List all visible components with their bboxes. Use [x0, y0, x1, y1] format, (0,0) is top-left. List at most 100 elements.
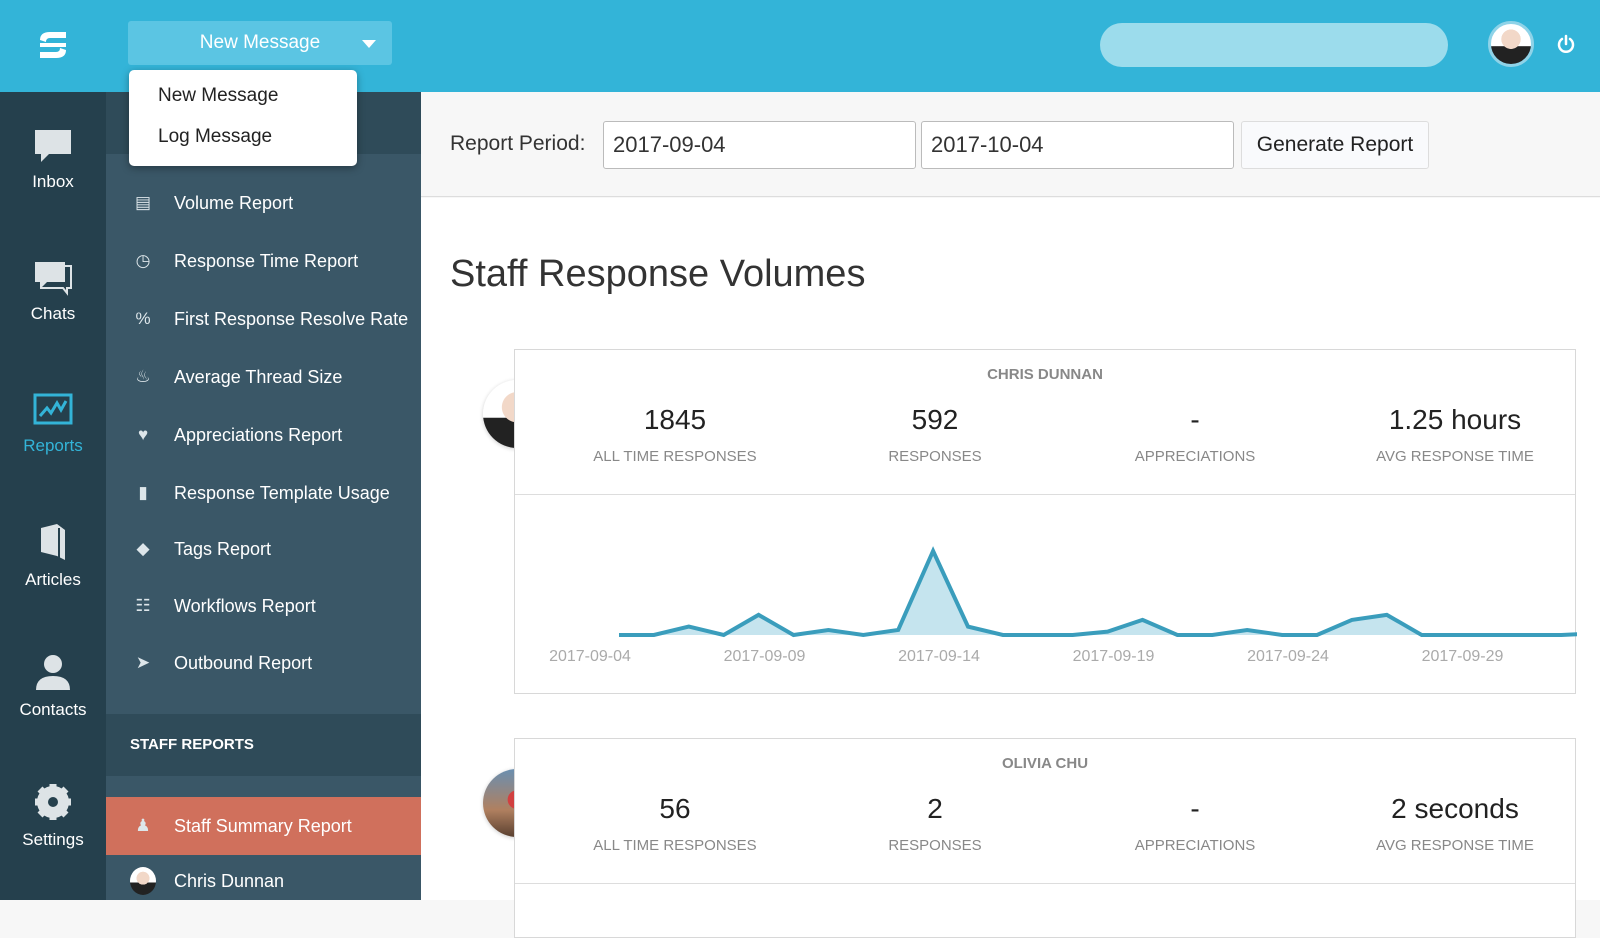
rail-item-articles[interactable]: Articles	[0, 522, 106, 622]
percent-icon: %	[135, 309, 151, 328]
settings-icon	[35, 784, 71, 820]
subnav-item-response-time[interactable]: ◷ Response Time Report	[106, 238, 421, 284]
x-tick-label: 2017-09-04	[549, 648, 631, 665]
stat-appreciations: - APPRECIATIONS	[1065, 793, 1325, 854]
rail-label: Reports	[23, 436, 83, 455]
label: Chris Dunnan	[174, 870, 285, 891]
avatar	[130, 867, 156, 895]
stat-value: -	[1190, 404, 1200, 435]
generate-report-button[interactable]: Generate Report	[1241, 121, 1429, 169]
label: First Response Resolve Rate	[174, 308, 409, 329]
stat-all-time: 1845 ALL TIME RESPONSES	[545, 404, 805, 465]
subnav-item-first-response[interactable]: % First Response Resolve Rate	[106, 296, 421, 342]
heart-icon: ♥	[137, 425, 149, 444]
staff-name: OLIVIA CHU	[1001, 755, 1089, 772]
paper-plane-icon: ➤	[135, 653, 151, 672]
stat-value: 2 seconds	[1391, 793, 1519, 824]
x-tick-label: 2017-09-19	[1073, 648, 1155, 665]
stat-value: 1845	[643, 404, 707, 435]
stat-label: APPRECIATIONS	[1134, 448, 1256, 465]
stat-label: AVG RESPONSE TIME	[1376, 837, 1534, 854]
sitemap-icon: ☷	[135, 596, 151, 615]
response-volume-chart: 2017-09-04 2017-09-09 2017-09-14 2017-09-19…	[549, 546, 1577, 665]
subnav-item-thread-size[interactable]: ♨ Average Thread Size	[106, 354, 421, 400]
start-date-input[interactable]	[603, 121, 916, 169]
menu-item-new-message[interactable]: New Message	[158, 85, 278, 107]
staff-reports-heading: STAFF REPORTS	[106, 714, 421, 776]
tag-icon: ◆	[136, 539, 150, 558]
user-avatar[interactable]	[1488, 21, 1534, 67]
label: Workflows Report	[174, 595, 316, 616]
subnav-item-staff-summary[interactable]: ♟ Staff Summary Report	[106, 797, 421, 855]
stat-appreciations: - APPRECIATIONS	[1065, 404, 1325, 465]
new-message-dropdown: New Message Log Message	[129, 70, 357, 166]
subnav-item-template-usage[interactable]: ▮ Response Template Usage	[106, 470, 421, 516]
x-tick-label: 2017-09-09	[724, 648, 806, 665]
stat-value: 2	[927, 793, 943, 824]
label: Staff Summary Report	[174, 815, 352, 836]
chart-icon: ▤	[134, 193, 152, 212]
x-tick-label: 2017-09-24	[1247, 648, 1329, 665]
stat-value: -	[1190, 793, 1200, 824]
stat-responses: 592 RESPONSES	[805, 404, 1065, 465]
label: Appreciations Report	[174, 424, 343, 445]
subnav-item-tags[interactable]: ◆ Tags Report	[106, 526, 421, 572]
stat-label: ALL TIME RESPONSES	[593, 448, 757, 465]
staff-name: CHRIS DUNNAN	[987, 366, 1103, 383]
stat-label: AVG RESPONSE TIME	[1376, 448, 1534, 465]
power-icon[interactable]	[1556, 34, 1576, 54]
stat-value: 56	[659, 793, 691, 824]
rail-label: Settings	[22, 830, 84, 849]
contacts-icon	[36, 655, 70, 690]
flame-icon: ♨	[135, 367, 151, 386]
end-date-input[interactable]	[921, 121, 1234, 169]
label: Outbound Report	[174, 652, 313, 673]
staff-card: OLIVIA CHU 56 ALL TIME RESPONSES 2 RESPONS…	[514, 738, 1576, 938]
rail-item-inbox[interactable]: Inbox	[0, 128, 106, 228]
stat-value: 1.25 hours	[1388, 404, 1522, 435]
menu-item-log-message[interactable]: Log Message	[158, 126, 272, 148]
stat-label: ALL TIME RESPONSES	[593, 837, 757, 854]
rail-item-reports[interactable]: Reports	[0, 392, 106, 492]
subnav-item-staff-user[interactable]: Chris Dunnan	[106, 858, 421, 904]
stat-label: RESPONSES	[888, 448, 982, 465]
chats-icon	[35, 262, 72, 296]
label: Average Thread Size	[174, 366, 343, 387]
subnav-item-workflows[interactable]: ☷ Workflows Report	[106, 583, 421, 629]
stat-label: APPRECIATIONS	[1134, 837, 1256, 854]
search-input[interactable]	[1100, 23, 1448, 67]
new-message-button[interactable]: New Message	[128, 21, 392, 65]
stat-label: RESPONSES	[888, 837, 982, 854]
divider	[515, 883, 1575, 884]
stat-responses: 2 RESPONSES	[805, 793, 1065, 854]
report-subnav: ▤ Volume Report ◷ Response Time Report % Fi…	[106, 92, 421, 900]
label: Response Time Report	[174, 250, 359, 271]
user-icon: ♟	[135, 816, 151, 835]
stat-avg-response: 2 seconds AVG RESPONSE TIME	[1325, 793, 1585, 854]
rail-item-contacts[interactable]: Contacts	[0, 652, 106, 752]
label: Response Template Usage	[174, 482, 390, 503]
subnav-item-volume-report[interactable]: ▤ Volume Report	[106, 180, 421, 226]
stat-avg-response: 1.25 hours AVG RESPONSE TIME	[1325, 404, 1585, 465]
rail-item-chats[interactable]: Chats	[0, 260, 106, 360]
x-tick-label: 2017-09-14	[898, 648, 980, 665]
caret-down-icon[interactable]	[362, 40, 376, 48]
rail-label: Contacts	[19, 700, 87, 719]
book-icon: ▮	[138, 483, 148, 502]
page-title: Staff Response Volumes	[450, 253, 866, 295]
subnav-item-appreciations[interactable]: ♥ Appreciations Report	[106, 412, 421, 458]
logo-icon	[40, 32, 66, 58]
label: Tags Report	[174, 538, 272, 559]
report-period-label: Report Period:	[450, 132, 586, 155]
main-content: Staff Response Volumes CHRIS DUNNAN 1845…	[421, 198, 1600, 938]
x-tick-label: 2017-09-29	[1422, 648, 1504, 665]
articles-icon	[41, 524, 65, 560]
stat-all-time: 56 ALL TIME RESPONSES	[545, 793, 805, 854]
rail-label: Articles	[25, 570, 81, 589]
rail-item-settings[interactable]: Settings	[0, 782, 106, 882]
reports-icon	[33, 393, 73, 425]
staff-card: CHRIS DUNNAN 1845 ALL TIME RESPONSES 592 R…	[514, 349, 1577, 694]
subnav-item-outbound[interactable]: ➤ Outbound Report	[106, 640, 421, 686]
clock-icon: ◷	[135, 251, 151, 270]
stat-value: 592	[911, 404, 959, 435]
